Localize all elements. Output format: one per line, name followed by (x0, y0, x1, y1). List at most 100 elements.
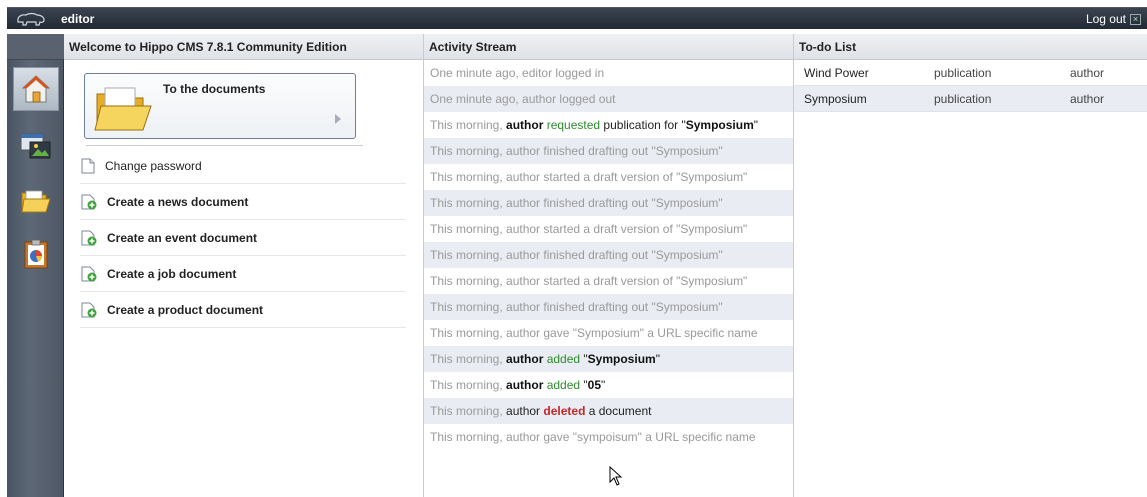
activity-text: publication for " (600, 118, 686, 132)
activity-row: This morning, author started a draft ver… (424, 268, 793, 294)
mouse-cursor-icon (609, 466, 623, 486)
sidebar-item-reports[interactable] (13, 232, 59, 276)
activity-text: requested (543, 118, 601, 132)
add-document-icon (81, 266, 97, 281)
activity-text: This morning, (430, 378, 507, 392)
top-bar: editor Log out × (0, 0, 1147, 34)
activity-row: One minute ago, author logged out (424, 86, 793, 112)
change-password-link[interactable]: Change password (80, 148, 406, 184)
todo-by: author (1070, 66, 1105, 80)
add-document-icon (81, 194, 97, 209)
sidebar-item-documents[interactable] (13, 179, 59, 223)
header: editor Log out × (7, 7, 1147, 29)
activity-text: One minute ago, author logged out (430, 92, 616, 106)
activity-text: author (506, 118, 544, 132)
activity-row: This morning, author finished drafting o… (424, 294, 793, 320)
to-documents-button[interactable]: To the documents (84, 73, 356, 139)
add-document-icon (81, 230, 97, 245)
create-event-document-link[interactable]: Create an event document (80, 220, 406, 256)
activity-row: This morning, author finished drafting o… (424, 242, 793, 268)
todo-row[interactable]: Symposium publication author (794, 86, 1147, 112)
welcome-panel: Welcome to Hippo CMS 7.8.1 Community Edi… (64, 34, 424, 497)
logout-label: Log out (1085, 12, 1126, 26)
activity-text: Symposium (685, 118, 754, 132)
activity-text: This morning, author finished drafting o… (430, 144, 723, 158)
app-name: editor (61, 12, 95, 26)
activity-text: " (655, 352, 660, 366)
activity-text: added (543, 352, 581, 366)
activity-stream-panel: Activity Stream One minute ago, editor l… (424, 34, 794, 497)
activity-text: deleted (543, 404, 586, 418)
to-documents-label: To the documents (163, 82, 266, 96)
activity-row: This morning, author started a draft ver… (424, 216, 793, 242)
activity-text: author (506, 404, 544, 418)
folder-icon (21, 190, 51, 213)
reports-icon (24, 239, 48, 269)
activity-text: " (601, 378, 606, 392)
activity-text: This morning, author finished drafting o… (430, 248, 723, 262)
sidebar-item-channel-manager[interactable] (13, 124, 59, 168)
activity-text: This morning, author gave "Symposium" a … (430, 326, 758, 340)
activity-row: This morning, author gave "sympoisum" a … (424, 424, 793, 450)
activity-text: " (753, 118, 759, 132)
sidebar-header (7, 34, 64, 60)
activity-row: This morning, author finished drafting o… (424, 190, 793, 216)
divider (86, 145, 363, 146)
activity-text: " (580, 378, 588, 392)
change-password-label: Change password (105, 158, 202, 173)
activity-row: This morning, author gave "Symposium" a … (424, 320, 793, 346)
add-document-icon (81, 302, 97, 317)
todo-type: publication (934, 92, 992, 106)
hippo-logo-icon (17, 12, 45, 26)
activity-text: added (543, 378, 581, 392)
create-news-document-link[interactable]: Create a news document (80, 184, 406, 220)
activity-stream-title: Activity Stream (424, 34, 793, 60)
folder-icon (94, 87, 152, 131)
activity-text: One minute ago, editor logged in (430, 66, 605, 80)
activity-row: This morning, author added "Symposium" (424, 346, 793, 372)
todo-list-panel: To-do List Wind Power publication author Sy… (794, 34, 1147, 497)
activity-row: This morning, author started a draft ver… (424, 164, 793, 190)
activity-text: This morning, (430, 352, 507, 366)
channel-manager-icon (20, 133, 51, 159)
todo-name: Symposium (804, 92, 867, 106)
todo-type: publication (934, 66, 992, 80)
activity-text: 05 (587, 378, 602, 392)
activity-text: This morning, author gave "sympoisum" a … (430, 430, 756, 444)
activity-row: This morning, author added "05" (424, 372, 793, 398)
activity-text: This morning, (430, 118, 507, 132)
activity-text: This morning, author finished drafting o… (430, 196, 723, 210)
activity-text: This morning, (430, 404, 507, 418)
activity-text: This morning, author started a draft ver… (430, 274, 748, 288)
activity-row: One minute ago, editor logged in (424, 60, 793, 86)
welcome-title: Welcome to Hippo CMS 7.8.1 Community Edi… (64, 34, 423, 60)
activity-text: author (506, 378, 544, 392)
action-label: Create a product document (107, 302, 264, 317)
activity-text: " (580, 352, 588, 366)
action-label: Create an event document (107, 230, 258, 245)
activity-row: This morning, author requested publicati… (424, 112, 793, 138)
activity-text: author (506, 352, 544, 366)
activity-text: This morning, author started a draft ver… (430, 222, 748, 236)
todo-by: author (1070, 92, 1105, 106)
todo-list-title: To-do List (794, 34, 1147, 60)
todo-name: Wind Power (804, 66, 869, 80)
document-icon (81, 158, 95, 173)
activity-text: This morning, author started a draft ver… (430, 170, 748, 184)
action-label: Create a job document (107, 266, 237, 281)
welcome-actions: Change password Create a news document C… (80, 148, 406, 328)
logout-button[interactable]: Log out × (1086, 12, 1141, 26)
close-icon: × (1130, 13, 1141, 25)
sidebar-item-home[interactable] (13, 67, 59, 111)
create-job-document-link[interactable]: Create a job document (80, 256, 406, 292)
activity-text: Symposium (587, 352, 656, 366)
action-label: Create a news document (107, 194, 249, 209)
chevron-right-icon (335, 114, 341, 124)
todo-row[interactable]: Wind Power publication author (794, 60, 1147, 86)
activity-list: One minute ago, editor logged in One minu… (424, 60, 793, 450)
activity-row: This morning, author finished drafting o… (424, 138, 793, 164)
activity-text: This morning, author finished drafting o… (430, 300, 723, 314)
sidebar (7, 34, 64, 497)
create-product-document-link[interactable]: Create a product document (80, 292, 406, 328)
activity-text: a document (585, 404, 652, 418)
